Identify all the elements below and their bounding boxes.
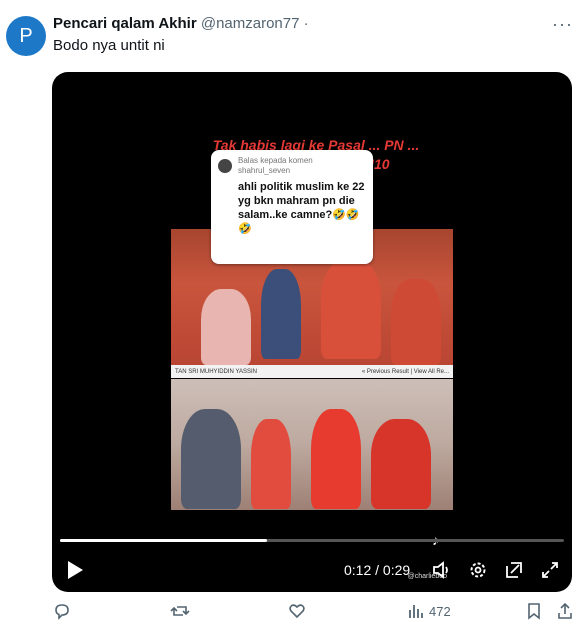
settings-icon[interactable] [468,560,488,585]
like-icon[interactable] [288,602,306,620]
more-options-icon[interactable]: ··· [552,14,573,35]
play-icon[interactable] [66,560,84,585]
action-bar: 472 [0,602,587,630]
commenter-avatar [218,159,232,173]
author-handle[interactable]: @namzaron77 [201,15,300,32]
comment-card: Balas kepada komen shahrul_seven ahli po… [211,150,373,264]
author-name[interactable]: Pencari qalam Akhir [53,15,197,32]
bookmark-icon[interactable] [526,602,542,620]
views-count: 472 [429,603,451,619]
views-button[interactable]: 472 [407,602,451,620]
caption-left: TAN SRI MUHYIDDIN YASSIN [175,368,258,375]
photo-bottom [171,379,453,510]
video-player[interactable]: TAN SRI MUHYIDDIN YASSIN « Previous Resu… [52,72,572,592]
progress-fill [60,539,267,542]
separator: · [303,15,309,32]
time-display: 0:12 / 0:29 [344,562,411,578]
views-icon [409,605,423,618]
avatar[interactable]: P [6,16,46,56]
share-icon[interactable] [556,602,574,620]
repost-icon[interactable] [170,602,190,620]
tweet-header: Pencari qalam Akhir @namzaron77 · 6h [53,15,361,521]
comment-reply-label: Balas kepada komen shahrul_seven [238,156,313,175]
picture-in-picture-icon[interactable] [504,560,524,585]
progress-bar[interactable] [60,539,564,542]
comment-body: ahli politik muslim ke 22 yg bkn mahram … [238,181,365,235]
photo-caption: TAN SRI MUHYIDDIN YASSIN « Previous Resu… [171,365,453,378]
fullscreen-icon[interactable] [540,560,560,585]
video-frame: TAN SRI MUHYIDDIN YASSIN « Previous Resu… [171,136,453,582]
tweet-text: Bodo nya untit ni [53,37,165,54]
volume-icon[interactable] [432,560,452,585]
caption-right: « Previous Result | View All Re... [361,368,449,375]
reply-icon[interactable] [53,602,71,620]
